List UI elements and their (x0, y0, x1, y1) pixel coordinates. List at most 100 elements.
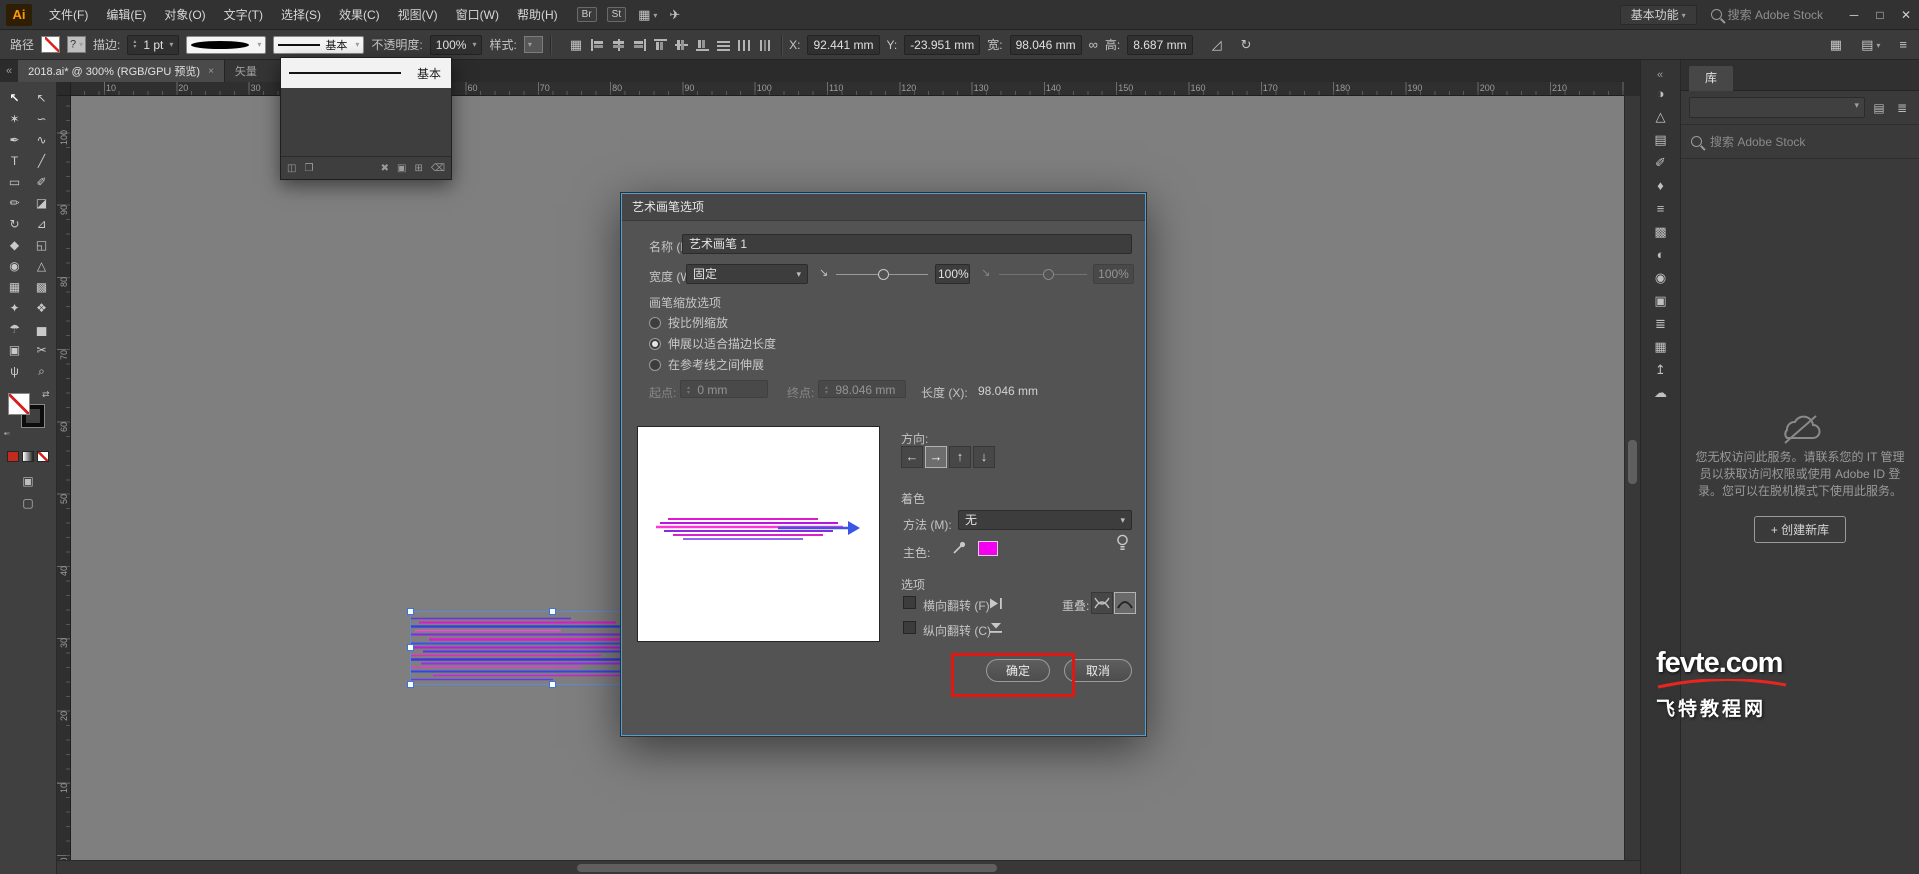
tool-pencil-tool[interactable]: ✏ (3, 193, 27, 213)
libraries-panel-icon[interactable]: ☁ (1641, 381, 1681, 404)
symbols-panel-icon[interactable]: ♦ (1641, 174, 1681, 197)
align-horizontal-right-icon[interactable] (631, 38, 648, 52)
remove-brush-stroke-icon[interactable]: ✖ (381, 163, 389, 174)
menu-item[interactable]: 帮助(H) (508, 0, 567, 30)
close-button[interactable]: ✕ (1893, 0, 1919, 30)
tool-gradient-tool[interactable]: ▩ (30, 277, 54, 297)
libraries-panel-icon[interactable]: ❐ (304, 163, 313, 174)
document-tab-active[interactable]: 2018.ai* @ 300% (RGB/GPU 预览) × (18, 60, 225, 82)
minimize-button[interactable]: ─ (1841, 0, 1867, 30)
tool-direct-selection-tool[interactable]: ↖ (30, 88, 54, 108)
key-color-swatch[interactable] (978, 541, 998, 556)
artboards-panel-icon[interactable]: ▦ (1641, 335, 1681, 358)
default-fill-stroke-icon[interactable]: ▪▫ (4, 429, 10, 438)
share-icon[interactable]: ✈ (669, 7, 680, 23)
flip-horizontal-checkbox[interactable] (903, 596, 916, 609)
panel-options-icon[interactable]: ▤ (1861, 37, 1880, 53)
arrange-icon[interactable]: ▦ (1830, 37, 1842, 53)
stock-search-field[interactable]: 搜索 Adobe Stock (1710, 6, 1823, 23)
workspace-switcher[interactable]: 基本功能 (1619, 4, 1697, 25)
tool-eyedropper-tool[interactable]: ✦ (3, 298, 27, 318)
ruler-origin-corner[interactable] (57, 82, 71, 96)
tool-artboard-tool[interactable]: ▣ (3, 340, 27, 360)
scrollbar-thumb[interactable] (577, 864, 997, 872)
selection-handle[interactable] (549, 608, 556, 615)
none-button[interactable] (37, 451, 49, 462)
direction-up-button[interactable]: ↑ (949, 446, 971, 468)
distribute-horizontal-icon[interactable] (736, 38, 753, 52)
tool-rectangle-tool[interactable]: ▭ (3, 172, 27, 192)
scrollbar-thumb[interactable] (1628, 440, 1637, 484)
asset-export-panel-icon[interactable]: ↥ (1641, 358, 1681, 381)
stroke-color-swatch[interactable]: ? (67, 36, 87, 53)
color-button[interactable] (7, 451, 19, 462)
library-search-field[interactable]: 搜索 Adobe Stock (1681, 125, 1919, 159)
distribute-spacing-icon[interactable] (757, 38, 774, 52)
tool-zoom-tool[interactable]: ⌕ (30, 361, 54, 381)
grid-view-icon[interactable]: ▤ (1870, 99, 1888, 117)
align-vertical-bottom-icon[interactable] (694, 38, 711, 52)
graphic-styles-panel-icon[interactable]: ▣ (1641, 289, 1681, 312)
menu-item[interactable]: 视图(V) (389, 0, 447, 30)
tool-symbol-sprayer-tool[interactable]: ☂ (3, 319, 27, 339)
align-horizontal-left-icon[interactable] (589, 38, 606, 52)
x-field[interactable]: 92.441 mm (807, 34, 880, 55)
tool-free-transform-tool[interactable]: ◱ (30, 235, 54, 255)
appearance-panel-icon[interactable]: ◉ (1641, 266, 1681, 289)
tool-pen-tool[interactable]: ✒ (3, 130, 27, 150)
align-vertical-center-icon[interactable] (673, 38, 690, 52)
y-field[interactable]: -23.951 mm (904, 34, 981, 55)
width-field[interactable]: 98.046 mm (1009, 34, 1082, 55)
tool-type-tool[interactable]: T (3, 151, 27, 171)
list-view-icon[interactable]: ≣ (1893, 99, 1911, 117)
tool-line-tool[interactable]: ╱ (30, 151, 54, 171)
tool-magic-wand-tool[interactable]: ✶ (3, 109, 27, 129)
shear-icon[interactable]: ◿ (1212, 37, 1222, 53)
direction-left-button[interactable]: ← (901, 446, 923, 468)
delete-brush-icon[interactable]: ⌫ (431, 163, 445, 174)
selection-handle[interactable] (549, 681, 556, 688)
menu-item[interactable]: 窗口(W) (447, 0, 508, 30)
brushes-panel-icon[interactable]: ✐ (1641, 151, 1681, 174)
menu-item[interactable]: 文字(T) (215, 0, 272, 30)
width-value-field[interactable]: 100% (935, 264, 970, 284)
align-to-icon[interactable]: ▦ (570, 37, 582, 53)
vertical-scrollbar[interactable] (1624, 96, 1640, 860)
app-logo[interactable]: Ai (6, 3, 32, 26)
scale-option-0[interactable]: 按比例缩放 (649, 312, 776, 333)
selection-handle[interactable] (407, 644, 414, 651)
menu-item[interactable]: 效果(C) (330, 0, 389, 30)
tool-perspective-grid-tool[interactable]: △ (30, 256, 54, 276)
direction-down-button[interactable]: ↓ (973, 446, 995, 468)
style-swatch[interactable] (523, 36, 543, 53)
tool-shape-builder-tool[interactable]: ◉ (3, 256, 27, 276)
stroke-width-field[interactable]: 1 pt (127, 34, 180, 55)
width-type-dropdown[interactable]: 固定 (686, 264, 808, 284)
tool-selection-tool[interactable]: ↖ (3, 88, 27, 108)
layers-panel-icon[interactable]: ≣ (1641, 312, 1681, 335)
collapse-left-dock-icon[interactable]: « (0, 60, 18, 82)
tips-lightbulb-icon[interactable] (1116, 534, 1129, 552)
method-dropdown[interactable]: 无 (958, 510, 1132, 530)
gradient-panel-icon[interactable]: ▩ (1641, 220, 1681, 243)
gradient-button[interactable] (22, 451, 34, 462)
tool-rotate-tool[interactable]: ↻ (3, 214, 27, 234)
stepper-icon[interactable] (133, 40, 140, 50)
tool-paintbrush-tool[interactable]: ✐ (30, 172, 54, 192)
fill-color-swatch[interactable] (41, 36, 61, 53)
stock-button[interactable]: St (606, 7, 627, 22)
overlap-adjust-button[interactable] (1114, 592, 1136, 614)
menu-item[interactable]: 对象(O) (155, 0, 214, 30)
rotate-icon[interactable]: ↻ (1241, 37, 1252, 53)
flip-vertical-checkbox[interactable] (903, 621, 916, 634)
width-slider[interactable] (836, 269, 928, 280)
brush-definition-dropdown[interactable] (186, 35, 267, 54)
collapse-right-dock-icon[interactable]: « (1651, 64, 1669, 86)
brush-list-empty[interactable] (281, 88, 451, 156)
menu-item[interactable]: 选择(S) (272, 0, 330, 30)
tool-slice-tool[interactable]: ✂ (30, 340, 54, 360)
slider-thumb[interactable] (878, 269, 889, 280)
scale-option-1[interactable]: 伸展以适合描边长度 (649, 333, 776, 354)
selection-handle[interactable] (407, 608, 414, 615)
swatches-panel-icon[interactable]: ▤ (1641, 128, 1681, 151)
